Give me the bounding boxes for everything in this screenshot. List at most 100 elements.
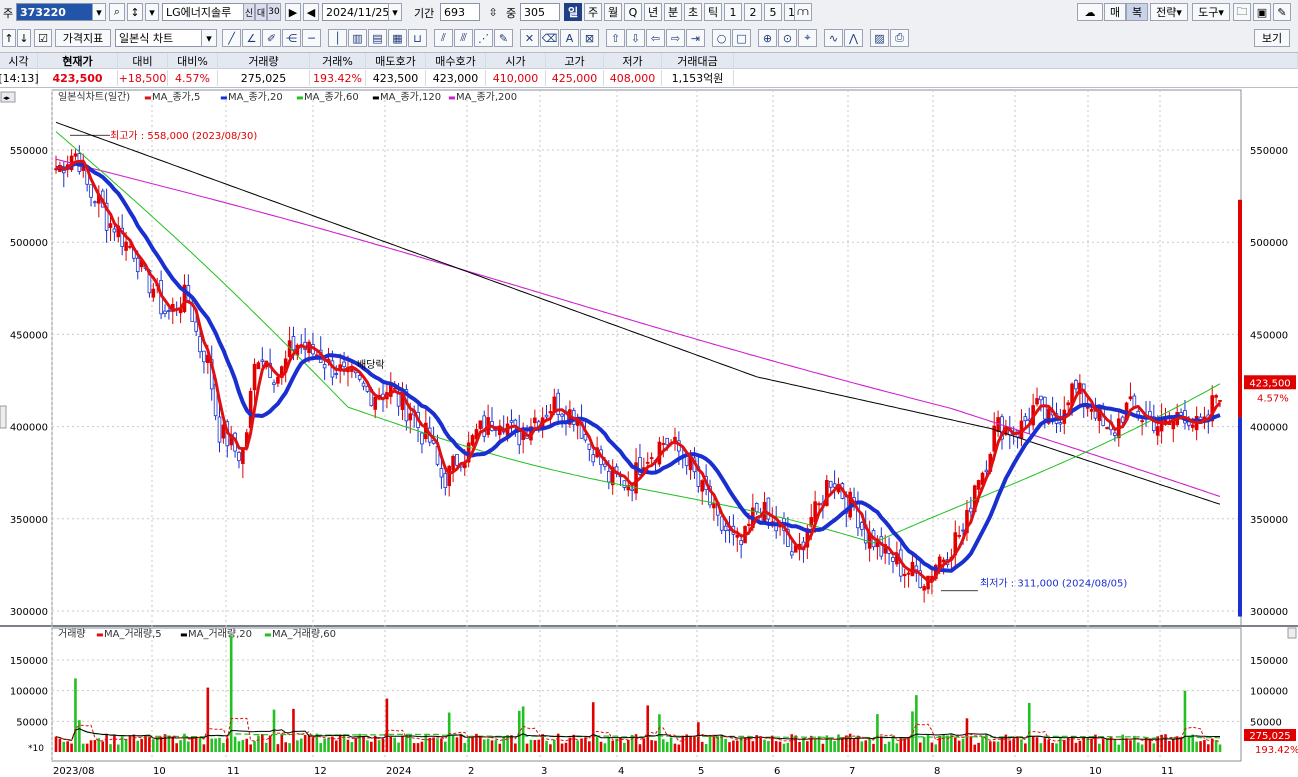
- fib2-tool-icon[interactable]: ⫻: [454, 29, 473, 47]
- grid1-tool-icon[interactable]: ▥: [348, 29, 367, 47]
- volume-bar: [1129, 740, 1132, 752]
- cross-tool-icon[interactable]: ✕: [520, 29, 539, 47]
- chart-type-select[interactable]: 일본식 차트: [115, 29, 203, 47]
- down-tool-icon[interactable]: ⇩: [626, 29, 645, 47]
- period-button-10[interactable]: 5: [764, 3, 782, 21]
- delete-tool-icon[interactable]: ⊠: [580, 29, 599, 47]
- text-tool-icon[interactable]: A: [560, 29, 579, 47]
- side-toggle-button[interactable]: [0, 405, 7, 429]
- scale-icon[interactable]: ⩋: [794, 3, 812, 21]
- hline-tool-icon[interactable]: ─: [302, 29, 321, 47]
- cycle-tool-icon[interactable]: ⊔: [408, 29, 427, 47]
- chart-type-dropdown[interactable]: ▾: [201, 29, 217, 47]
- period-button-8[interactable]: 1: [724, 3, 742, 21]
- date-dropdown[interactable]: ▾: [388, 3, 402, 21]
- gann-tool-icon[interactable]: ✎: [494, 29, 513, 47]
- period-button-6[interactable]: 초: [684, 3, 702, 21]
- view-button[interactable]: 보기: [1254, 29, 1290, 47]
- code-history-dropdown[interactable]: ▾: [145, 3, 159, 21]
- period-button-1[interactable]: 주: [584, 3, 602, 21]
- fib3-tool-icon[interactable]: ⋰: [474, 29, 493, 47]
- volume-bar: [124, 738, 128, 752]
- legend-swatch-0: ▬: [144, 93, 152, 102]
- zoom2-tool-icon[interactable]: ⊙: [778, 29, 797, 47]
- volume-bar: [175, 743, 178, 752]
- arrow-up-icon[interactable]: ↑: [2, 29, 16, 47]
- fib1-tool-icon[interactable]: ⫽: [434, 29, 453, 47]
- volume-bar: [334, 740, 338, 752]
- volume-collapse-button[interactable]: [1287, 627, 1297, 639]
- export-tool-icon[interactable]: ⇥: [686, 29, 705, 47]
- tools-button[interactable]: 도구 ▾: [1192, 3, 1230, 21]
- stock-code-input[interactable]: 373220: [16, 3, 96, 21]
- up-tool-icon[interactable]: ⇧: [606, 29, 625, 47]
- left-tool-icon[interactable]: ⇦: [646, 29, 665, 47]
- candle-body: [591, 454, 596, 463]
- volume-bar: [735, 740, 739, 752]
- vline-tool-icon[interactable]: │: [328, 29, 347, 47]
- magnet-tool-icon[interactable]: ⌖: [798, 29, 817, 47]
- image-tool-icon[interactable]: ▨: [870, 29, 889, 47]
- volume-bar: [992, 741, 996, 752]
- candle-body: [544, 414, 549, 418]
- play-forward-button[interactable]: ▶: [285, 3, 301, 21]
- volume-bar: [930, 742, 934, 752]
- stock-chart[interactable]: ◂▸300000 300000350000 350000400000 40000045…: [0, 88, 1298, 777]
- volume-bar: [938, 735, 942, 752]
- period-button-0[interactable]: 일: [564, 3, 582, 21]
- volume-bar: [225, 738, 229, 752]
- volume-bar: [451, 735, 455, 752]
- date-input[interactable]: 2024/11/25: [322, 3, 392, 21]
- pattern-tool-icon[interactable]: ⋀: [844, 29, 863, 47]
- compound-button[interactable]: 복: [1126, 3, 1148, 21]
- search-icon[interactable]: ⌕: [109, 3, 125, 21]
- candle-body: [1140, 420, 1144, 423]
- settings-icon[interactable]: ✎: [1273, 3, 1291, 21]
- period-button-9[interactable]: 2: [744, 3, 762, 21]
- folder-icon[interactable]: 🗀: [1233, 3, 1251, 21]
- play-back-button[interactable]: ◀: [303, 3, 319, 21]
- volume-bar: [662, 739, 665, 752]
- period-button-2[interactable]: 월: [604, 3, 622, 21]
- arrow-down-icon[interactable]: ↓: [17, 29, 31, 47]
- period-button-3[interactable]: Q: [624, 3, 642, 21]
- line-tool-icon[interactable]: ╱: [222, 29, 241, 47]
- volume-bar: [1195, 741, 1198, 752]
- candle-body: [291, 336, 296, 351]
- indicator-button[interactable]: 가격지표: [55, 29, 111, 47]
- spin-icon[interactable]: ⇳: [484, 3, 502, 21]
- mid-input[interactable]: 305: [520, 3, 560, 21]
- candle-body: [891, 557, 895, 562]
- cloud-icon[interactable]: ☁: [1077, 3, 1103, 21]
- candle-body: [984, 469, 989, 473]
- buy-sell-button[interactable]: 매: [1104, 3, 1126, 21]
- code-dropdown-button[interactable]: ▾: [92, 3, 106, 21]
- sort-icon[interactable]: ↕: [127, 3, 143, 21]
- volume-bar: [58, 738, 62, 752]
- period-button-7[interactable]: 틱: [704, 3, 722, 21]
- rect-tool-icon[interactable]: □: [732, 29, 751, 47]
- grid3-tool-icon[interactable]: ▦: [388, 29, 407, 47]
- erase-tool-icon[interactable]: ⌫: [540, 29, 559, 47]
- zoom-tool-icon[interactable]: ⊕: [758, 29, 777, 47]
- volume-bar: [443, 741, 447, 752]
- period-button-5[interactable]: 분: [664, 3, 682, 21]
- wave-tool-icon[interactable]: ∿: [824, 29, 843, 47]
- fan-tool-icon[interactable]: ⋲: [282, 29, 301, 47]
- save-icon[interactable]: ▣: [1253, 3, 1271, 21]
- candle-body: [420, 432, 424, 445]
- edit-icon[interactable]: ☑: [34, 29, 52, 47]
- circle-tool-icon[interactable]: ○: [712, 29, 731, 47]
- grid2-tool-icon[interactable]: ▤: [368, 29, 387, 47]
- strategy-button[interactable]: 전략 ▾: [1150, 3, 1188, 21]
- pen-tool-icon[interactable]: ✐: [262, 29, 281, 47]
- period-button-4[interactable]: 년: [644, 3, 662, 21]
- volume-bar: [1136, 742, 1140, 752]
- candle-body: [649, 457, 654, 460]
- period-input[interactable]: 693: [440, 3, 480, 21]
- quote-value-0: [14:13]: [0, 70, 39, 86]
- right-tool-icon[interactable]: ⇨: [666, 29, 685, 47]
- angle-tool-icon[interactable]: ∠: [242, 29, 261, 47]
- volume-bar: [245, 738, 249, 752]
- print-tool-icon[interactable]: ⎙: [890, 29, 909, 47]
